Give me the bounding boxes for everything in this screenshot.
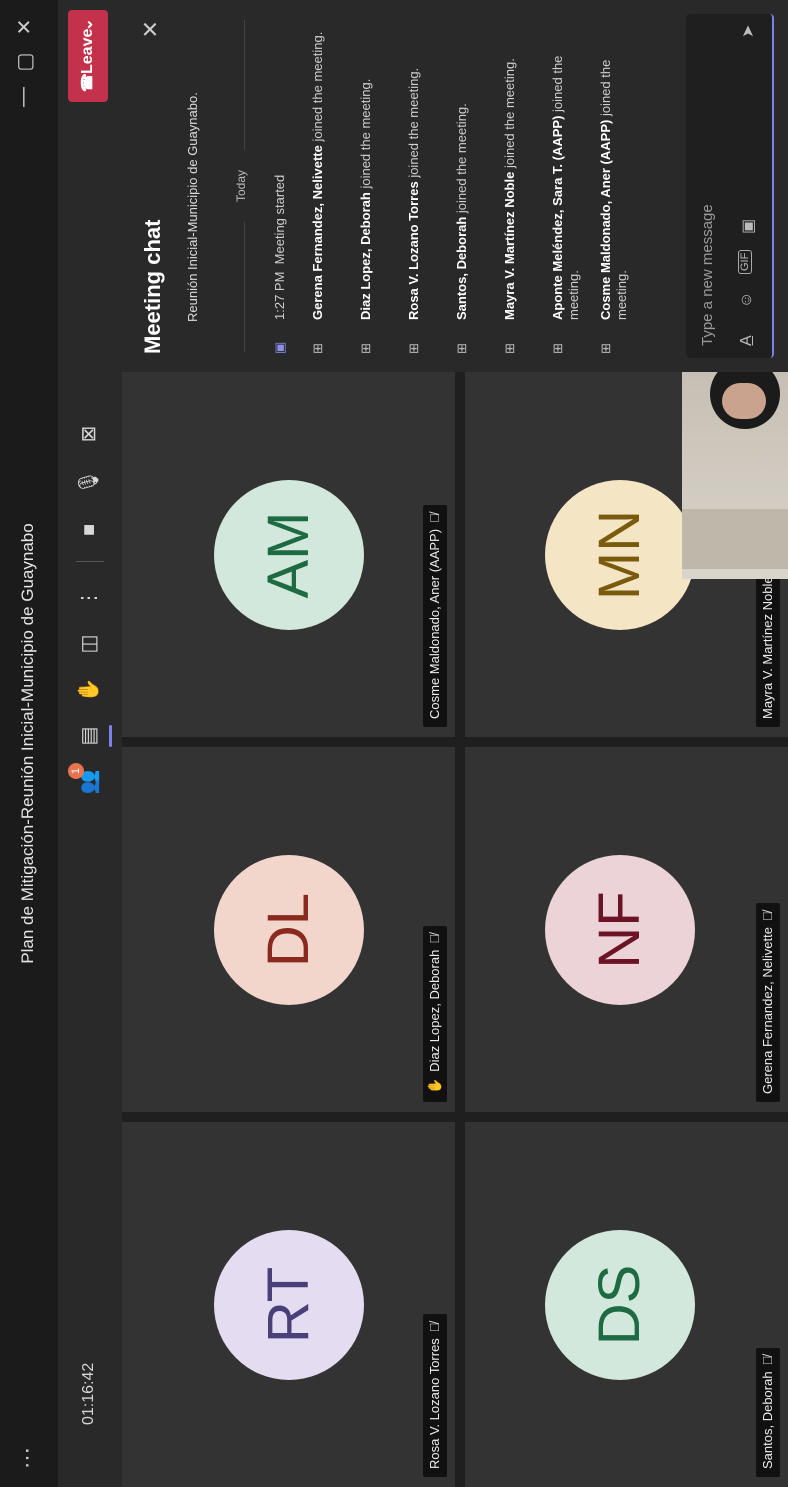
- close-window-button[interactable]: ✕: [12, 12, 37, 42]
- teams-meeting-window: ⋯ Plan de Mitigación-Reunión Inicial-Mun…: [0, 0, 788, 1487]
- mic-off-icon: 🎙̸: [427, 1322, 442, 1333]
- participant-name: Gerena Fernandez, Nelivette: [760, 927, 775, 1094]
- emoji-icon[interactable]: ☺: [738, 292, 756, 308]
- message-input[interactable]: [694, 64, 720, 348]
- minimize-button[interactable]: —: [12, 82, 35, 112]
- raised-hand-icon: ✋: [427, 1077, 442, 1094]
- participant-name-label: Gerena Fernandez, Nelivette 🎙̸: [756, 903, 780, 1102]
- event-text: joined the meeting.: [310, 31, 325, 146]
- participant-name: Diaz Lopez, Deborah: [427, 949, 442, 1072]
- participant-tile[interactable]: DL ✋ Diaz Lopez, Deborah 🎙̸: [122, 747, 455, 1112]
- mic-button[interactable]: 🎙: [72, 465, 106, 499]
- avatar: DS: [545, 1230, 695, 1380]
- leave-label: Leave: [79, 28, 96, 74]
- layout-icon: ◫: [78, 634, 100, 654]
- avatar: RT: [214, 1230, 364, 1380]
- mic-icon: 🎙: [78, 469, 100, 495]
- mic-off-icon: 🎙̸: [427, 933, 442, 944]
- participant-name-label: Santos, Deborah 🎙̸: [756, 1347, 780, 1477]
- sticker-icon[interactable]: ▣: [738, 219, 758, 234]
- window-title: Plan de Mitigación-Reunión Inicial-Munic…: [18, 523, 37, 964]
- event-text: joined the meeting.: [406, 67, 421, 182]
- join-icon: ⊞: [502, 343, 517, 354]
- title-bar: ⋯ Plan de Mitigación-Reunión Inicial-Mun…: [0, 0, 59, 1487]
- camera-icon: ■: [78, 523, 100, 537]
- event-time: 1:27 PM: [272, 271, 287, 320]
- divider-line: [244, 20, 245, 150]
- participants-button[interactable]: 👥 1: [68, 763, 106, 799]
- more-icon: ⋮: [78, 588, 100, 608]
- participant-name: Mayra V. Martínez Noble: [760, 576, 775, 719]
- join-icon: ⊞: [406, 343, 421, 354]
- avatar: AM: [214, 480, 364, 630]
- self-face: [722, 383, 766, 419]
- join-icon: ⊞: [550, 343, 565, 354]
- phone-icon: ☎: [79, 73, 96, 92]
- meeting-chat-panel: Meeting chat ✕ Reunión Inicial-Municipio…: [122, 0, 788, 372]
- more-actions-button[interactable]: ⋮: [72, 581, 106, 615]
- participants-badge: 1: [68, 763, 84, 779]
- chat-title: Meeting chat: [140, 219, 165, 354]
- self-video-preview[interactable]: [682, 372, 788, 579]
- participant-name: Cosme Maldonado, Aner (AAPP): [427, 528, 442, 719]
- date-divider-label: Today: [234, 169, 248, 203]
- chevron-down-icon[interactable]: ⌄: [77, 18, 97, 31]
- participant-name: Santos, Deborah: [760, 1371, 775, 1469]
- chat-icon: ▤: [78, 726, 100, 746]
- participant-tile[interactable]: RT Rosa V. Lozano Torres 🎙̸: [122, 1122, 455, 1487]
- event-name: Aponte Meléndez, Sara T. (AAPP): [550, 115, 565, 320]
- participant-name-label: Cosme Maldonado, Aner (AAPP) 🎙̸: [423, 505, 447, 727]
- event-text: joined the meeting.: [454, 103, 469, 217]
- maximize-button[interactable]: ▢: [12, 47, 37, 77]
- join-icon: ⊞: [310, 343, 325, 354]
- format-icon[interactable]: A̲: [738, 335, 756, 346]
- event-name: Cosme Maldonado, Aner (AAPP): [598, 119, 613, 320]
- mic-off-icon: 🎙̸: [760, 1355, 775, 1366]
- date-divider: Today: [234, 20, 254, 352]
- event-name: Diaz Lopez, Deborah: [358, 192, 373, 320]
- participant-name-label: Rosa V. Lozano Torres 🎙̸: [423, 1314, 447, 1477]
- rooms-button[interactable]: ◫: [72, 627, 106, 661]
- avatar: DL: [214, 855, 364, 1005]
- event-text: joined the meeting.: [502, 58, 517, 172]
- participant-name: Rosa V. Lozano Torres: [427, 1338, 442, 1469]
- event-name: Gerena Fernandez, Nelivette: [310, 145, 325, 320]
- camera-button[interactable]: ■: [72, 513, 106, 547]
- hand-icon: ✋: [78, 677, 100, 703]
- event-name: Santos, Deborah: [454, 216, 469, 320]
- mic-off-icon: 🎙̸: [427, 513, 442, 523]
- participant-tile[interactable]: AM Cosme Maldonado, Aner (AAPP) 🎙̸: [122, 372, 455, 737]
- share-button[interactable]: ⊠: [72, 417, 106, 451]
- background-door: [682, 509, 788, 569]
- event-text: Meeting started: [272, 174, 287, 265]
- send-icon[interactable]: ➤: [738, 25, 758, 38]
- event-name: Rosa V. Lozano Torres: [406, 181, 421, 320]
- meeting-controls-bar: 01:16:42 👥 1 ▤ ✋ ◫ ⋮ ■ 🎙 ⊠ ☎ Leave ⌄: [58, 0, 122, 1487]
- chat-button[interactable]: ▤: [72, 719, 112, 753]
- share-screen-icon: ⊠: [78, 425, 100, 443]
- gif-icon[interactable]: GIF: [738, 249, 752, 274]
- avatar: MN: [545, 480, 695, 630]
- message-compose-box: A̲ ☺ GIF ▣ ➤: [686, 14, 774, 358]
- meeting-timer: 01:16:42: [80, 1362, 97, 1425]
- leave-button[interactable]: ☎ Leave ⌄: [68, 10, 108, 102]
- mic-off-icon: 🎙̸: [760, 911, 775, 922]
- join-icon: ⊞: [598, 343, 613, 354]
- participant-tile[interactable]: NF Gerena Fernandez, Nelivette 🎙̸: [465, 747, 788, 1112]
- event-text: joined the meeting.: [358, 78, 373, 193]
- participant-tile[interactable]: DS Santos, Deborah 🎙̸: [465, 1122, 788, 1487]
- close-icon[interactable]: ✕: [138, 20, 164, 38]
- join-icon: ⊞: [454, 343, 469, 354]
- chat-message-fragment: Reunión Inicial-Municipio de Guaynabo.: [185, 92, 200, 322]
- meeting-icon: ▣: [272, 341, 287, 354]
- event-name: Mayra V. Martínez Noble: [502, 171, 517, 320]
- active-indicator: [109, 725, 112, 747]
- avatar: NF: [545, 855, 695, 1005]
- join-icon: ⊞: [358, 343, 373, 354]
- participant-name-label: ✋ Diaz Lopez, Deborah 🎙̸: [423, 925, 447, 1102]
- raise-hand-button[interactable]: ✋: [72, 673, 106, 707]
- divider: [76, 561, 104, 562]
